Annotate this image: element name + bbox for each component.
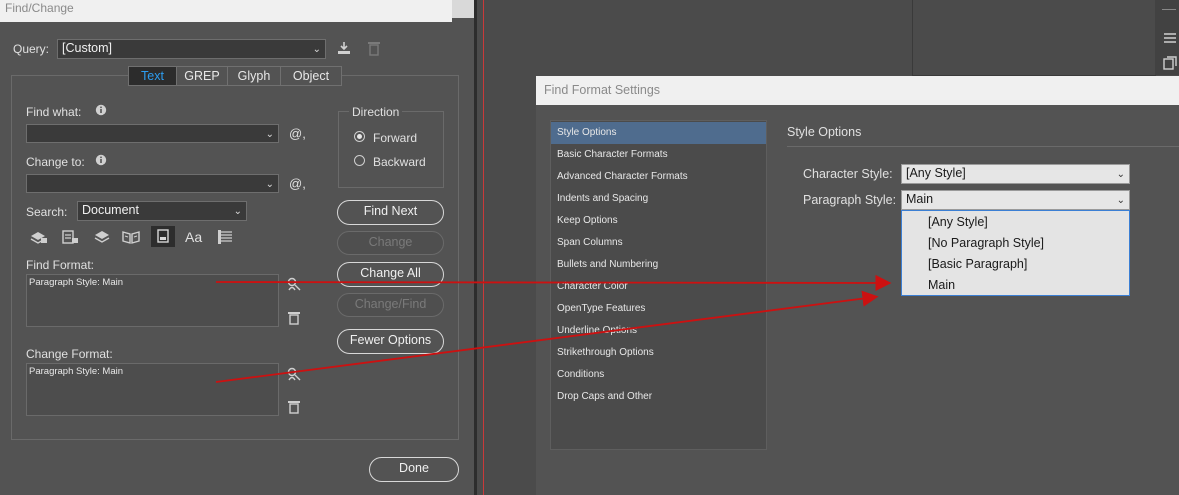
include-locked-stories-icon[interactable] — [61, 229, 81, 250]
dropdown-option-main[interactable]: Main — [902, 275, 1129, 296]
category-item-advanced-character-formats[interactable]: Advanced Character Formats — [551, 166, 766, 188]
section-title: Style Options — [787, 125, 862, 139]
category-item-basic-character-formats[interactable]: Basic Character Formats — [551, 144, 766, 166]
panel-divider — [474, 0, 477, 495]
whole-word-icon[interactable] — [217, 229, 235, 250]
direction-group — [338, 111, 444, 188]
paragraph-style-label: Paragraph Style: — [803, 193, 897, 207]
find-format-label: Find Format: — [26, 258, 95, 272]
category-item-character-color[interactable]: Character Color — [551, 276, 766, 298]
chevron-down-icon: ⌄ — [1116, 169, 1125, 180]
find-format-value: Paragraph Style: Main — [29, 277, 123, 288]
include-hidden-layers-icon[interactable] — [93, 229, 113, 250]
search-label: Search: — [26, 205, 68, 219]
category-list: Style Options Basic Character Formats Ad… — [550, 120, 767, 450]
change-format-label: Change Format: — [26, 347, 113, 361]
fewer-options-button[interactable]: Fewer Options — [337, 329, 444, 354]
search-scope-value: Document — [82, 203, 139, 217]
direction-backward-label: Backward — [373, 155, 426, 169]
pages-icon[interactable] — [1163, 56, 1177, 75]
category-item-bullets-and-numbering[interactable]: Bullets and Numbering — [551, 254, 766, 276]
change-to-label: Change to: — [26, 155, 85, 169]
include-master-pages-icon[interactable] — [121, 229, 141, 250]
chevron-down-icon: ⌄ — [233, 206, 242, 217]
trash-icon[interactable] — [288, 400, 300, 419]
section-divider — [787, 146, 1179, 147]
panel-icon-strip — [1155, 0, 1179, 75]
category-item-drop-caps-and-other[interactable]: Drop Caps and Other — [551, 386, 766, 408]
change-format-value: Paragraph Style: Main — [29, 366, 123, 377]
search-scope-select[interactable]: Document ⌄ — [77, 201, 247, 221]
direction-label: Direction — [349, 105, 403, 119]
character-style-value: [Any Style] — [906, 166, 966, 180]
change-find-button[interactable]: Change/Find — [337, 293, 444, 317]
change-format-box[interactable]: Paragraph Style: Main — [26, 363, 279, 416]
direction-backward-radio[interactable] — [354, 155, 365, 166]
page-edge-guide — [483, 0, 484, 495]
search-mode-tabs: Text GREP Glyph Object — [128, 66, 342, 86]
chevron-down-icon: ⌄ — [312, 44, 321, 55]
dropdown-option-basic-paragraph[interactable]: [Basic Paragraph] — [902, 254, 1129, 275]
paragraph-style-select[interactable]: Main ⌄ — [901, 190, 1130, 210]
query-value: [Custom] — [62, 41, 113, 55]
title-bar-button[interactable] — [452, 0, 474, 18]
chevron-down-icon: ⌄ — [265, 129, 274, 140]
info-icon[interactable] — [95, 153, 107, 171]
paragraph-style-value: Main — [906, 192, 934, 206]
category-item-strikethrough-options[interactable]: Strikethrough Options — [551, 342, 766, 364]
include-footnotes-icon[interactable] — [151, 226, 175, 247]
chevron-down-icon: ⌄ — [265, 179, 274, 190]
category-item-span-columns[interactable]: Span Columns — [551, 232, 766, 254]
trash-icon[interactable] — [288, 311, 300, 330]
direction-forward-radio[interactable] — [354, 131, 365, 142]
include-locked-layers-icon[interactable] — [29, 229, 49, 250]
category-item-conditions[interactable]: Conditions — [551, 364, 766, 386]
window-title: Find/Change — [0, 0, 452, 22]
query-label: Query: — [13, 42, 50, 56]
chevron-down-icon: ⌄ — [1116, 195, 1125, 206]
dropdown-option-any-style[interactable]: [Any Style] — [902, 212, 1129, 233]
find-change-panel: Find/Change Query: [Custom] ⌄ Text GREP … — [0, 0, 474, 495]
character-style-label: Character Style: — [803, 167, 893, 181]
find-format-box[interactable]: Paragraph Style: Main — [26, 274, 279, 327]
category-item-opentype-features[interactable]: OpenType Features — [551, 298, 766, 320]
tab-object[interactable]: Object — [281, 67, 341, 85]
find-next-button[interactable]: Find Next — [337, 200, 444, 225]
dialog-title: Find Format Settings — [536, 76, 1179, 105]
category-item-indents-and-spacing[interactable]: Indents and Spacing — [551, 188, 766, 210]
specify-attributes-icon[interactable] — [286, 276, 302, 297]
specify-attributes-icon[interactable] — [286, 366, 302, 387]
direction-forward-label: Forward — [373, 131, 418, 145]
change-to-input[interactable]: ⌄ — [26, 174, 279, 193]
special-characters-icon[interactable]: @, — [289, 126, 306, 141]
done-button[interactable]: Done — [369, 457, 459, 482]
menu-icon[interactable] — [1163, 31, 1177, 49]
info-icon[interactable] — [95, 103, 107, 121]
background-panel — [912, 0, 1156, 76]
change-button[interactable]: Change — [337, 231, 444, 255]
category-item-style-options[interactable]: Style Options — [551, 122, 766, 144]
paragraph-style-dropdown: [Any Style] [No Paragraph Style] [Basic … — [901, 210, 1130, 296]
category-item-keep-options[interactable]: Keep Options — [551, 210, 766, 232]
tab-glyph[interactable]: Glyph — [228, 67, 281, 85]
save-query-icon[interactable] — [335, 40, 353, 60]
find-what-label: Find what: — [26, 105, 82, 119]
category-item-underline-options[interactable]: Underline Options — [551, 320, 766, 342]
query-select[interactable]: [Custom] ⌄ — [57, 39, 326, 59]
strip-divider — [1162, 9, 1176, 10]
find-format-settings-dialog: Find Format Settings Style Options Basic… — [536, 76, 1179, 495]
special-characters-icon[interactable]: @, — [289, 176, 306, 191]
trash-icon[interactable] — [366, 40, 382, 60]
tab-text[interactable]: Text — [129, 67, 177, 85]
case-sensitive-icon[interactable]: Aa — [185, 229, 202, 245]
tab-grep[interactable]: GREP — [177, 67, 228, 85]
change-all-button[interactable]: Change All — [337, 262, 444, 287]
find-what-input[interactable]: ⌄ — [26, 124, 279, 143]
dropdown-option-no-paragraph-style[interactable]: [No Paragraph Style] — [902, 233, 1129, 254]
character-style-select[interactable]: [Any Style] ⌄ — [901, 164, 1130, 184]
